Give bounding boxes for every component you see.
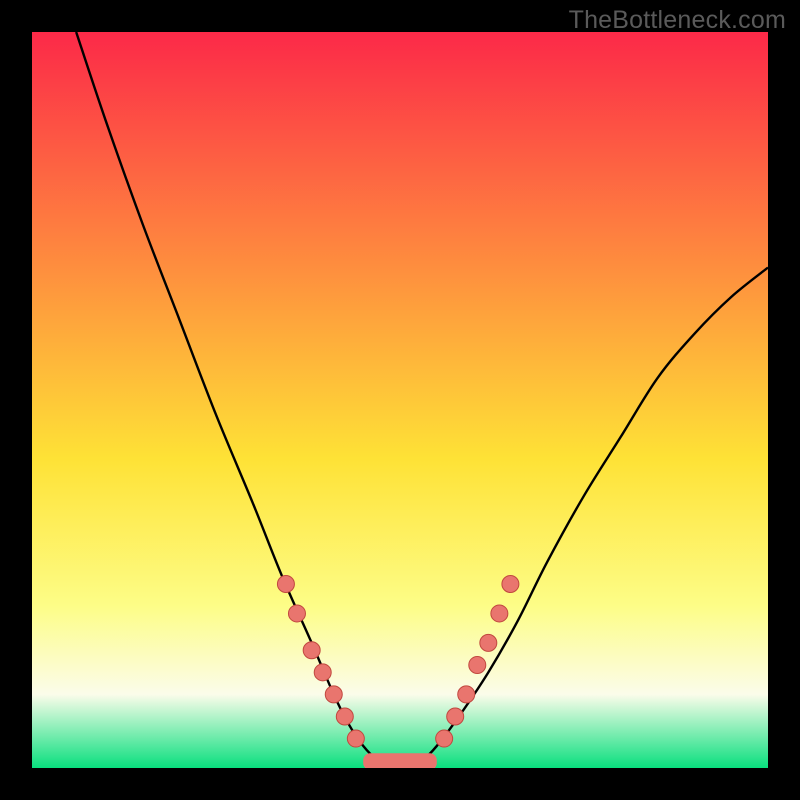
chart-frame: TheBottleneck.com [0,0,800,800]
plot-area [32,32,768,768]
data-dot [314,664,331,681]
data-dot [288,605,305,622]
data-dot [347,730,364,747]
data-dot [303,642,320,659]
data-dot [436,730,453,747]
gradient-background [32,32,768,768]
data-dot [502,576,519,593]
data-dot [336,708,353,725]
data-dot [480,634,497,651]
data-dot [325,686,342,703]
data-dot [491,605,508,622]
data-dot [447,708,464,725]
data-dot [458,686,475,703]
chart-svg [32,32,768,768]
flat-bottom-band [363,753,437,768]
data-dot [469,656,486,673]
watermark-label: TheBottleneck.com [569,6,786,35]
data-dot [277,576,294,593]
